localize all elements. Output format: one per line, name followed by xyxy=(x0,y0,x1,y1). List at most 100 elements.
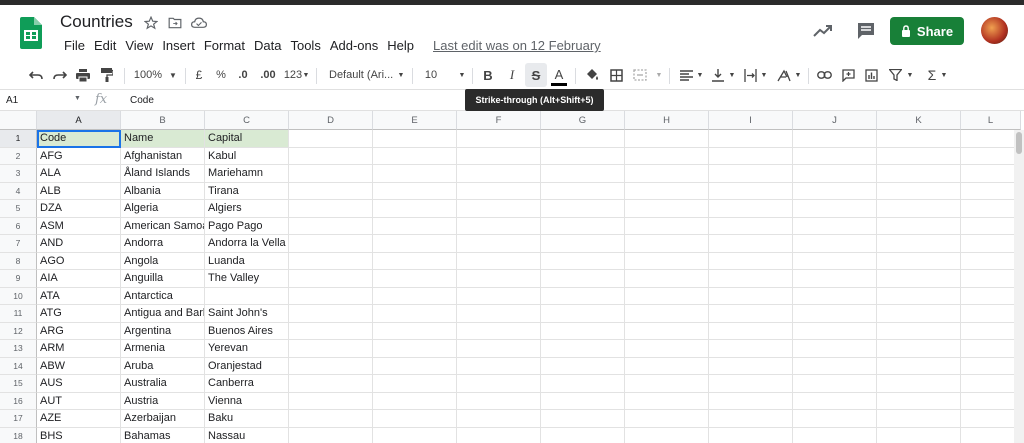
cell[interactable] xyxy=(793,340,877,358)
cell[interactable] xyxy=(625,410,709,428)
cell[interactable] xyxy=(289,305,373,323)
cell[interactable]: Saint John's xyxy=(205,305,289,323)
cell[interactable] xyxy=(625,427,709,443)
row-header[interactable]: 15 xyxy=(0,375,37,393)
menu-view[interactable]: View xyxy=(121,38,157,54)
cell[interactable] xyxy=(877,305,961,323)
merge-cells-icon[interactable] xyxy=(632,66,648,84)
cell[interactable]: AGO xyxy=(37,252,121,270)
cell[interactable] xyxy=(793,392,877,410)
cell[interactable] xyxy=(457,235,541,253)
cell[interactable] xyxy=(457,270,541,288)
cell[interactable] xyxy=(541,287,625,305)
cell[interactable] xyxy=(709,340,793,358)
cell[interactable] xyxy=(373,217,457,235)
comment-history-icon[interactable] xyxy=(856,21,876,41)
activity-trend-icon[interactable] xyxy=(812,22,834,40)
cell[interactable] xyxy=(289,252,373,270)
cell[interactable]: The Valley xyxy=(205,270,289,288)
cell[interactable] xyxy=(793,427,877,443)
column-header[interactable]: L xyxy=(961,111,1021,130)
column-header[interactable]: G xyxy=(541,111,625,130)
cell[interactable]: Nassau xyxy=(205,427,289,443)
header-cell[interactable] xyxy=(709,130,793,148)
formula-input[interactable]: Code xyxy=(130,95,154,106)
cell[interactable]: Antigua and Barbuda xyxy=(121,305,205,323)
bold-button[interactable]: B xyxy=(480,66,496,84)
cell[interactable] xyxy=(709,357,793,375)
cell[interactable] xyxy=(289,375,373,393)
cell[interactable] xyxy=(793,270,877,288)
cell[interactable] xyxy=(625,305,709,323)
cell[interactable] xyxy=(541,392,625,410)
cell[interactable] xyxy=(961,235,1021,253)
cell[interactable] xyxy=(373,410,457,428)
cell[interactable] xyxy=(961,200,1021,218)
cell[interactable]: Tirana xyxy=(205,182,289,200)
header-cell[interactable] xyxy=(289,130,373,148)
cell[interactable] xyxy=(961,217,1021,235)
more-formats-button[interactable]: 123 xyxy=(283,66,303,84)
cell[interactable] xyxy=(541,410,625,428)
cell[interactable] xyxy=(373,182,457,200)
vertical-scrollbar[interactable] xyxy=(1014,130,1024,443)
cell[interactable]: Bahamas xyxy=(121,427,205,443)
cell[interactable]: Canberra xyxy=(205,375,289,393)
cell[interactable] xyxy=(289,182,373,200)
cell[interactable]: Yerevan xyxy=(205,340,289,358)
cell[interactable] xyxy=(961,410,1021,428)
font-dropdown-icon[interactable]: ▼ xyxy=(396,66,406,84)
cell[interactable] xyxy=(709,287,793,305)
cell[interactable] xyxy=(541,305,625,323)
row-header[interactable]: 18 xyxy=(0,427,37,443)
cell[interactable] xyxy=(457,375,541,393)
cell[interactable]: Antarctica xyxy=(121,287,205,305)
cell[interactable] xyxy=(457,410,541,428)
cell[interactable] xyxy=(961,270,1021,288)
cell[interactable] xyxy=(289,147,373,165)
document-title[interactable]: Countries xyxy=(60,12,133,32)
cell[interactable] xyxy=(625,200,709,218)
cell[interactable] xyxy=(457,305,541,323)
cell[interactable] xyxy=(709,147,793,165)
cell[interactable] xyxy=(373,270,457,288)
cell[interactable] xyxy=(961,165,1021,183)
cell[interactable] xyxy=(457,217,541,235)
decrease-decimal-button[interactable]: .0 xyxy=(234,66,252,84)
horizontal-align-icon[interactable] xyxy=(678,66,694,84)
cell[interactable] xyxy=(793,410,877,428)
column-header[interactable]: E xyxy=(373,111,457,130)
row-header[interactable]: 17 xyxy=(0,410,37,428)
cell[interactable]: Anguilla xyxy=(121,270,205,288)
cloud-status-icon[interactable] xyxy=(190,14,208,32)
header-cell[interactable] xyxy=(457,130,541,148)
cell[interactable]: AIA xyxy=(37,270,121,288)
cell[interactable] xyxy=(289,322,373,340)
cell[interactable] xyxy=(877,165,961,183)
cell[interactable] xyxy=(877,392,961,410)
cell[interactable]: American Samoa xyxy=(121,217,205,235)
cell[interactable] xyxy=(289,392,373,410)
cell[interactable] xyxy=(289,410,373,428)
cell[interactable]: Albania xyxy=(121,182,205,200)
cell[interactable] xyxy=(709,305,793,323)
cell[interactable]: Algiers xyxy=(205,200,289,218)
filter-icon[interactable] xyxy=(887,66,903,84)
cell[interactable] xyxy=(961,427,1021,443)
menu-help[interactable]: Help xyxy=(383,38,418,54)
fill-color-icon[interactable] xyxy=(584,66,600,84)
cell[interactable] xyxy=(877,270,961,288)
vertical-align-icon[interactable] xyxy=(710,66,726,84)
cell[interactable] xyxy=(625,182,709,200)
cell[interactable] xyxy=(961,252,1021,270)
cell[interactable] xyxy=(793,165,877,183)
cell[interactable] xyxy=(961,305,1021,323)
cell[interactable] xyxy=(541,322,625,340)
cell[interactable] xyxy=(709,392,793,410)
cell[interactable] xyxy=(625,217,709,235)
cell[interactable]: Åland Islands xyxy=(121,165,205,183)
name-box-dropdown-icon[interactable]: ▼ xyxy=(74,95,81,102)
header-cell[interactable] xyxy=(373,130,457,148)
cell[interactable]: Afghanistan xyxy=(121,147,205,165)
cell[interactable] xyxy=(289,235,373,253)
